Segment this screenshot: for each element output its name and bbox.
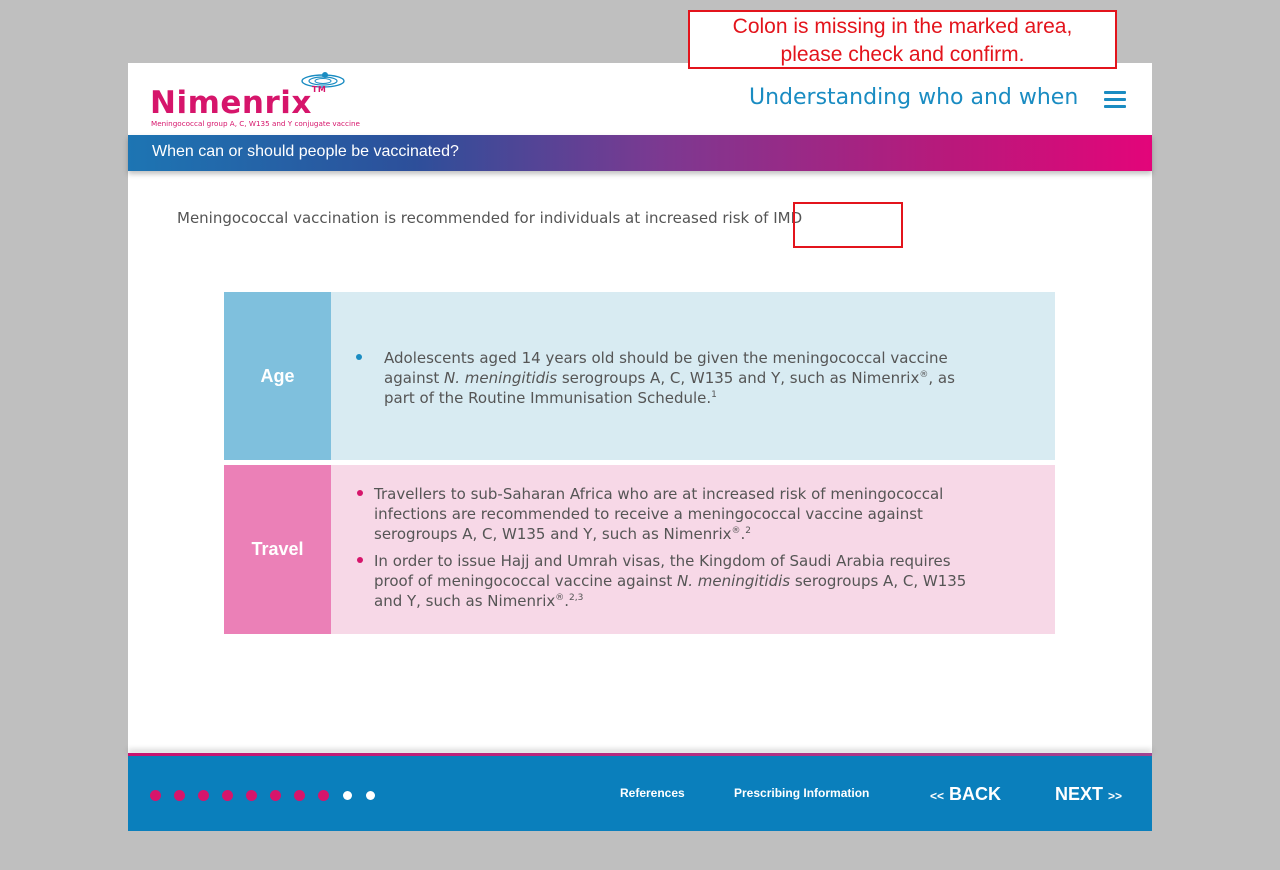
- header: NimenrixTM Meningococcal group A, C, W13…: [128, 63, 1152, 135]
- slide: NimenrixTM Meningococcal group A, C, W13…: [128, 63, 1152, 831]
- nimenrix-logo: NimenrixTM Meningococcal group A, C, W13…: [150, 71, 360, 131]
- progress-dot[interactable]: [270, 790, 281, 801]
- footer: References Prescribing Information << BA…: [128, 756, 1152, 831]
- progress-dots: [150, 790, 388, 801]
- review-comment-box: Colon is missing in the marked area, ple…: [688, 10, 1117, 69]
- logo-tagline: Meningococcal group A, C, W135 and Y con…: [151, 119, 360, 128]
- back-button[interactable]: << BACK: [930, 784, 1001, 805]
- age-row-body: Adolescents aged 14 years old should be …: [331, 292, 1055, 460]
- bullet-icon: [357, 490, 363, 496]
- review-comment-line-1: Colon is missing in the marked area,: [732, 15, 1073, 38]
- next-label: NEXT: [1055, 784, 1104, 804]
- hamburger-menu-icon[interactable]: [1104, 91, 1126, 109]
- intro-text: Meningococcal vaccination is recommended…: [177, 209, 803, 227]
- travel-bullet-2: In order to issue Hajj and Umrah visas, …: [374, 552, 967, 610]
- next-arrows: >>: [1108, 789, 1123, 803]
- next-button[interactable]: NEXT >>: [1055, 784, 1122, 805]
- progress-dot[interactable]: [150, 790, 161, 801]
- progress-dot[interactable]: [366, 791, 375, 800]
- row-label-age: Age: [224, 292, 331, 460]
- age-row: Age Adolescents aged 14 years old should…: [224, 292, 1055, 460]
- row-label-travel: Travel: [224, 465, 331, 634]
- progress-dot[interactable]: [222, 790, 233, 801]
- back-label: BACK: [949, 784, 1002, 804]
- bullet-icon: [356, 354, 362, 360]
- review-marked-area: [793, 202, 903, 248]
- progress-dot[interactable]: [343, 791, 352, 800]
- age-bullet: Adolescents aged 14 years old should be …: [384, 349, 955, 407]
- progress-dot[interactable]: [246, 790, 257, 801]
- bullet-icon: [357, 557, 363, 563]
- progress-dot[interactable]: [174, 790, 185, 801]
- back-arrows: <<: [930, 789, 945, 803]
- references-link[interactable]: References: [620, 786, 685, 800]
- prescribing-information-link[interactable]: Prescribing Information: [734, 786, 869, 800]
- logo-trademark: TM: [311, 85, 327, 94]
- page-title: Understanding who and when: [749, 85, 1079, 110]
- review-comment-line-2: please check and confirm.: [780, 43, 1025, 66]
- progress-dot[interactable]: [318, 790, 329, 801]
- logo-wordmark: NimenrixTM: [150, 85, 327, 121]
- progress-dot[interactable]: [198, 790, 209, 801]
- progress-dot[interactable]: [294, 790, 305, 801]
- travel-bullet-1: Travellers to sub-Saharan Africa who are…: [374, 485, 944, 543]
- section-title: When can or should people be vaccinated?: [152, 143, 459, 160]
- travel-row-body: Travellers to sub-Saharan Africa who are…: [331, 465, 1055, 634]
- travel-row: Travel Travellers to sub-Saharan Africa …: [224, 465, 1055, 634]
- section-band: When can or should people be vaccinated?: [128, 135, 1152, 171]
